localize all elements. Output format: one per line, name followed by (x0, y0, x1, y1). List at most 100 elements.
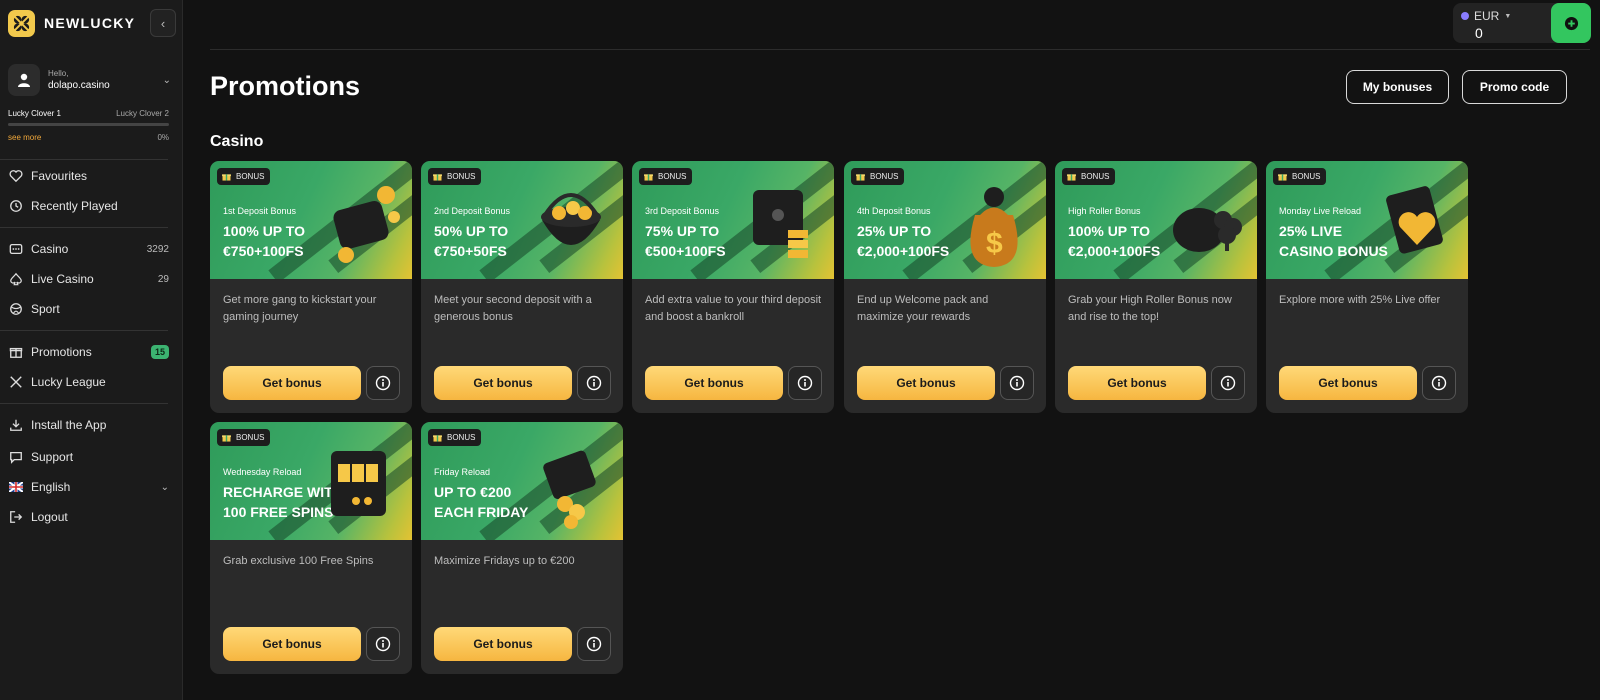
nav-favourites[interactable]: Favourites (8, 165, 169, 187)
nav-sport[interactable]: Sport (8, 298, 169, 320)
nav-label: Lucky League (31, 375, 106, 389)
chevron-left-icon: ‹ (160, 15, 166, 31)
promotion-subtitle: Monday Live Reload (1279, 206, 1362, 216)
get-bonus-button[interactable]: Get bonus (434, 627, 572, 661)
wallet[interactable]: EUR ▼ 0 (1453, 3, 1591, 43)
header-divider (210, 49, 1590, 50)
brand-name: NEWLUCKY (44, 15, 136, 31)
bonus-tag: BONUS (851, 168, 905, 185)
promotion-banner: BONUS 4th Deposit Bonus 25% UP TO €2,000… (844, 161, 1046, 279)
promotion-banner: BONUS Wednesday Reload RECHARGE WITH 100… (210, 422, 412, 540)
plus-circle-icon (1564, 16, 1578, 30)
my-bonuses-button[interactable]: My bonuses (1346, 70, 1449, 104)
heart-icon (8, 169, 23, 184)
sidebar: NEWLUCKY ‹ Hello, dolapo.casino ⌄ Lucky … (0, 0, 183, 700)
nav-logout[interactable]: Logout (8, 506, 169, 528)
bonus-tag-label: BONUS (236, 433, 265, 442)
nav-promotions[interactable]: Promotions 15 (8, 341, 169, 363)
bonus-tag-label: BONUS (447, 433, 476, 442)
get-bonus-button[interactable]: Get bonus (434, 366, 572, 400)
gift-box-coins-icon (527, 436, 615, 532)
promotion-subtitle: High Roller Bonus (1068, 206, 1141, 216)
bonus-tag-label: BONUS (236, 172, 265, 181)
promotion-subtitle: 3rd Deposit Bonus (645, 206, 720, 216)
nav-label: Logout (31, 510, 68, 524)
nav-install-app[interactable]: Install the App (8, 414, 169, 436)
nav-lucky-league[interactable]: Lucky League (8, 371, 169, 393)
promotion-card: BONUS Friday Reload UP TO €200 EACH FRID… (421, 422, 623, 674)
get-bonus-button[interactable]: Get bonus (645, 366, 783, 400)
user-menu[interactable]: Hello, dolapo.casino ⌄ (8, 64, 171, 96)
info-button[interactable] (1422, 366, 1456, 400)
promotion-subtitle: 4th Deposit Bonus (857, 206, 931, 216)
get-bonus-button[interactable]: Get bonus (1279, 366, 1417, 400)
nav-casino[interactable]: Casino 3292 (8, 238, 169, 260)
bonus-tag: BONUS (1062, 168, 1116, 185)
bonus-tag-label: BONUS (1081, 172, 1110, 181)
slot-machine-icon (316, 436, 404, 532)
clover-logo-icon (8, 9, 35, 37)
crossed-swords-icon (8, 375, 23, 390)
currency-icon (1461, 12, 1469, 20)
level-progress-label: 0% (157, 133, 169, 142)
info-button[interactable] (1211, 366, 1245, 400)
username: dolapo.casino (48, 79, 110, 91)
currency-selector[interactable]: EUR ▼ (1461, 9, 1511, 23)
divider (0, 403, 168, 404)
promotion-description: End up Welcome pack and maximize your re… (857, 294, 989, 323)
uk-flag-icon (8, 480, 23, 495)
deposit-button[interactable] (1551, 3, 1591, 43)
get-bonus-button[interactable]: Get bonus (223, 366, 361, 400)
user-icon (18, 73, 30, 87)
promo-code-button[interactable]: Promo code (1462, 70, 1567, 104)
promotion-banner: BONUS Friday Reload UP TO €200 EACH FRID… (421, 422, 623, 540)
promotion-banner: BONUS Monday Live Reload 25% LIVE CASINO… (1266, 161, 1468, 279)
get-bonus-button[interactable]: Get bonus (857, 366, 995, 400)
promotion-banner: BONUS High Roller Bonus 100% UP TO €2,00… (1055, 161, 1257, 279)
nav-support[interactable]: Support (8, 446, 169, 468)
promotion-card: BONUS Wednesday Reload RECHARGE WITH 100… (210, 422, 412, 674)
gift-icon (433, 173, 442, 181)
nav-live-casino[interactable]: Live Casino 29 (8, 268, 169, 290)
info-icon (375, 636, 391, 652)
get-bonus-button[interactable]: Get bonus (223, 627, 361, 661)
info-icon (797, 375, 813, 391)
gift-icon (222, 434, 231, 442)
nav-label: Support (31, 450, 74, 464)
bonus-tag: BONUS (428, 429, 482, 446)
bonus-tag-label: BONUS (870, 172, 899, 181)
language-selector[interactable]: English ⌄ (8, 476, 169, 498)
current-level: Lucky Clover 1 (8, 109, 61, 118)
info-button[interactable] (788, 366, 822, 400)
promotion-subtitle: 1st Deposit Bonus (223, 206, 297, 216)
gift-icon (644, 173, 653, 181)
logout-icon (8, 510, 23, 525)
bonus-tag: BONUS (428, 168, 482, 185)
info-button[interactable] (577, 627, 611, 661)
main-content: EUR ▼ 0 Promotions My bonuses Promo code… (183, 0, 1600, 700)
collapse-sidebar-button[interactable]: ‹ (150, 9, 176, 37)
caret-down-icon: ▼ (1504, 12, 1512, 20)
see-more-link[interactable]: see more (8, 133, 41, 142)
promotion-card: BONUS 1st Deposit Bonus 100% UP TO €750+… (210, 161, 412, 413)
info-button[interactable] (1000, 366, 1034, 400)
info-button[interactable] (577, 366, 611, 400)
brand[interactable]: NEWLUCKY (8, 9, 135, 37)
nav-label: Casino (31, 242, 69, 256)
promotion-card: BONUS 2nd Deposit Bonus 50% UP TO €750+5… (421, 161, 623, 413)
info-button[interactable] (366, 366, 400, 400)
svg-text:$: $ (986, 227, 1003, 260)
avatar (8, 64, 40, 96)
bonus-tag: BONUS (639, 168, 693, 185)
chat-icon (8, 450, 23, 465)
info-button[interactable] (366, 627, 400, 661)
nav-label: Sport (31, 302, 60, 316)
promotion-description: Add extra value to your third deposit an… (645, 294, 822, 323)
pot-of-gold-icon (527, 175, 615, 271)
get-bonus-button[interactable]: Get bonus (1068, 366, 1206, 400)
nav-label: English (31, 480, 71, 494)
nav-recently-played[interactable]: Recently Played (8, 195, 169, 217)
promotion-banner: BONUS 3rd Deposit Bonus 75% UP TO €500+1… (632, 161, 834, 279)
section-title-casino: Casino (210, 133, 264, 150)
slot-machine-icon (8, 242, 23, 257)
